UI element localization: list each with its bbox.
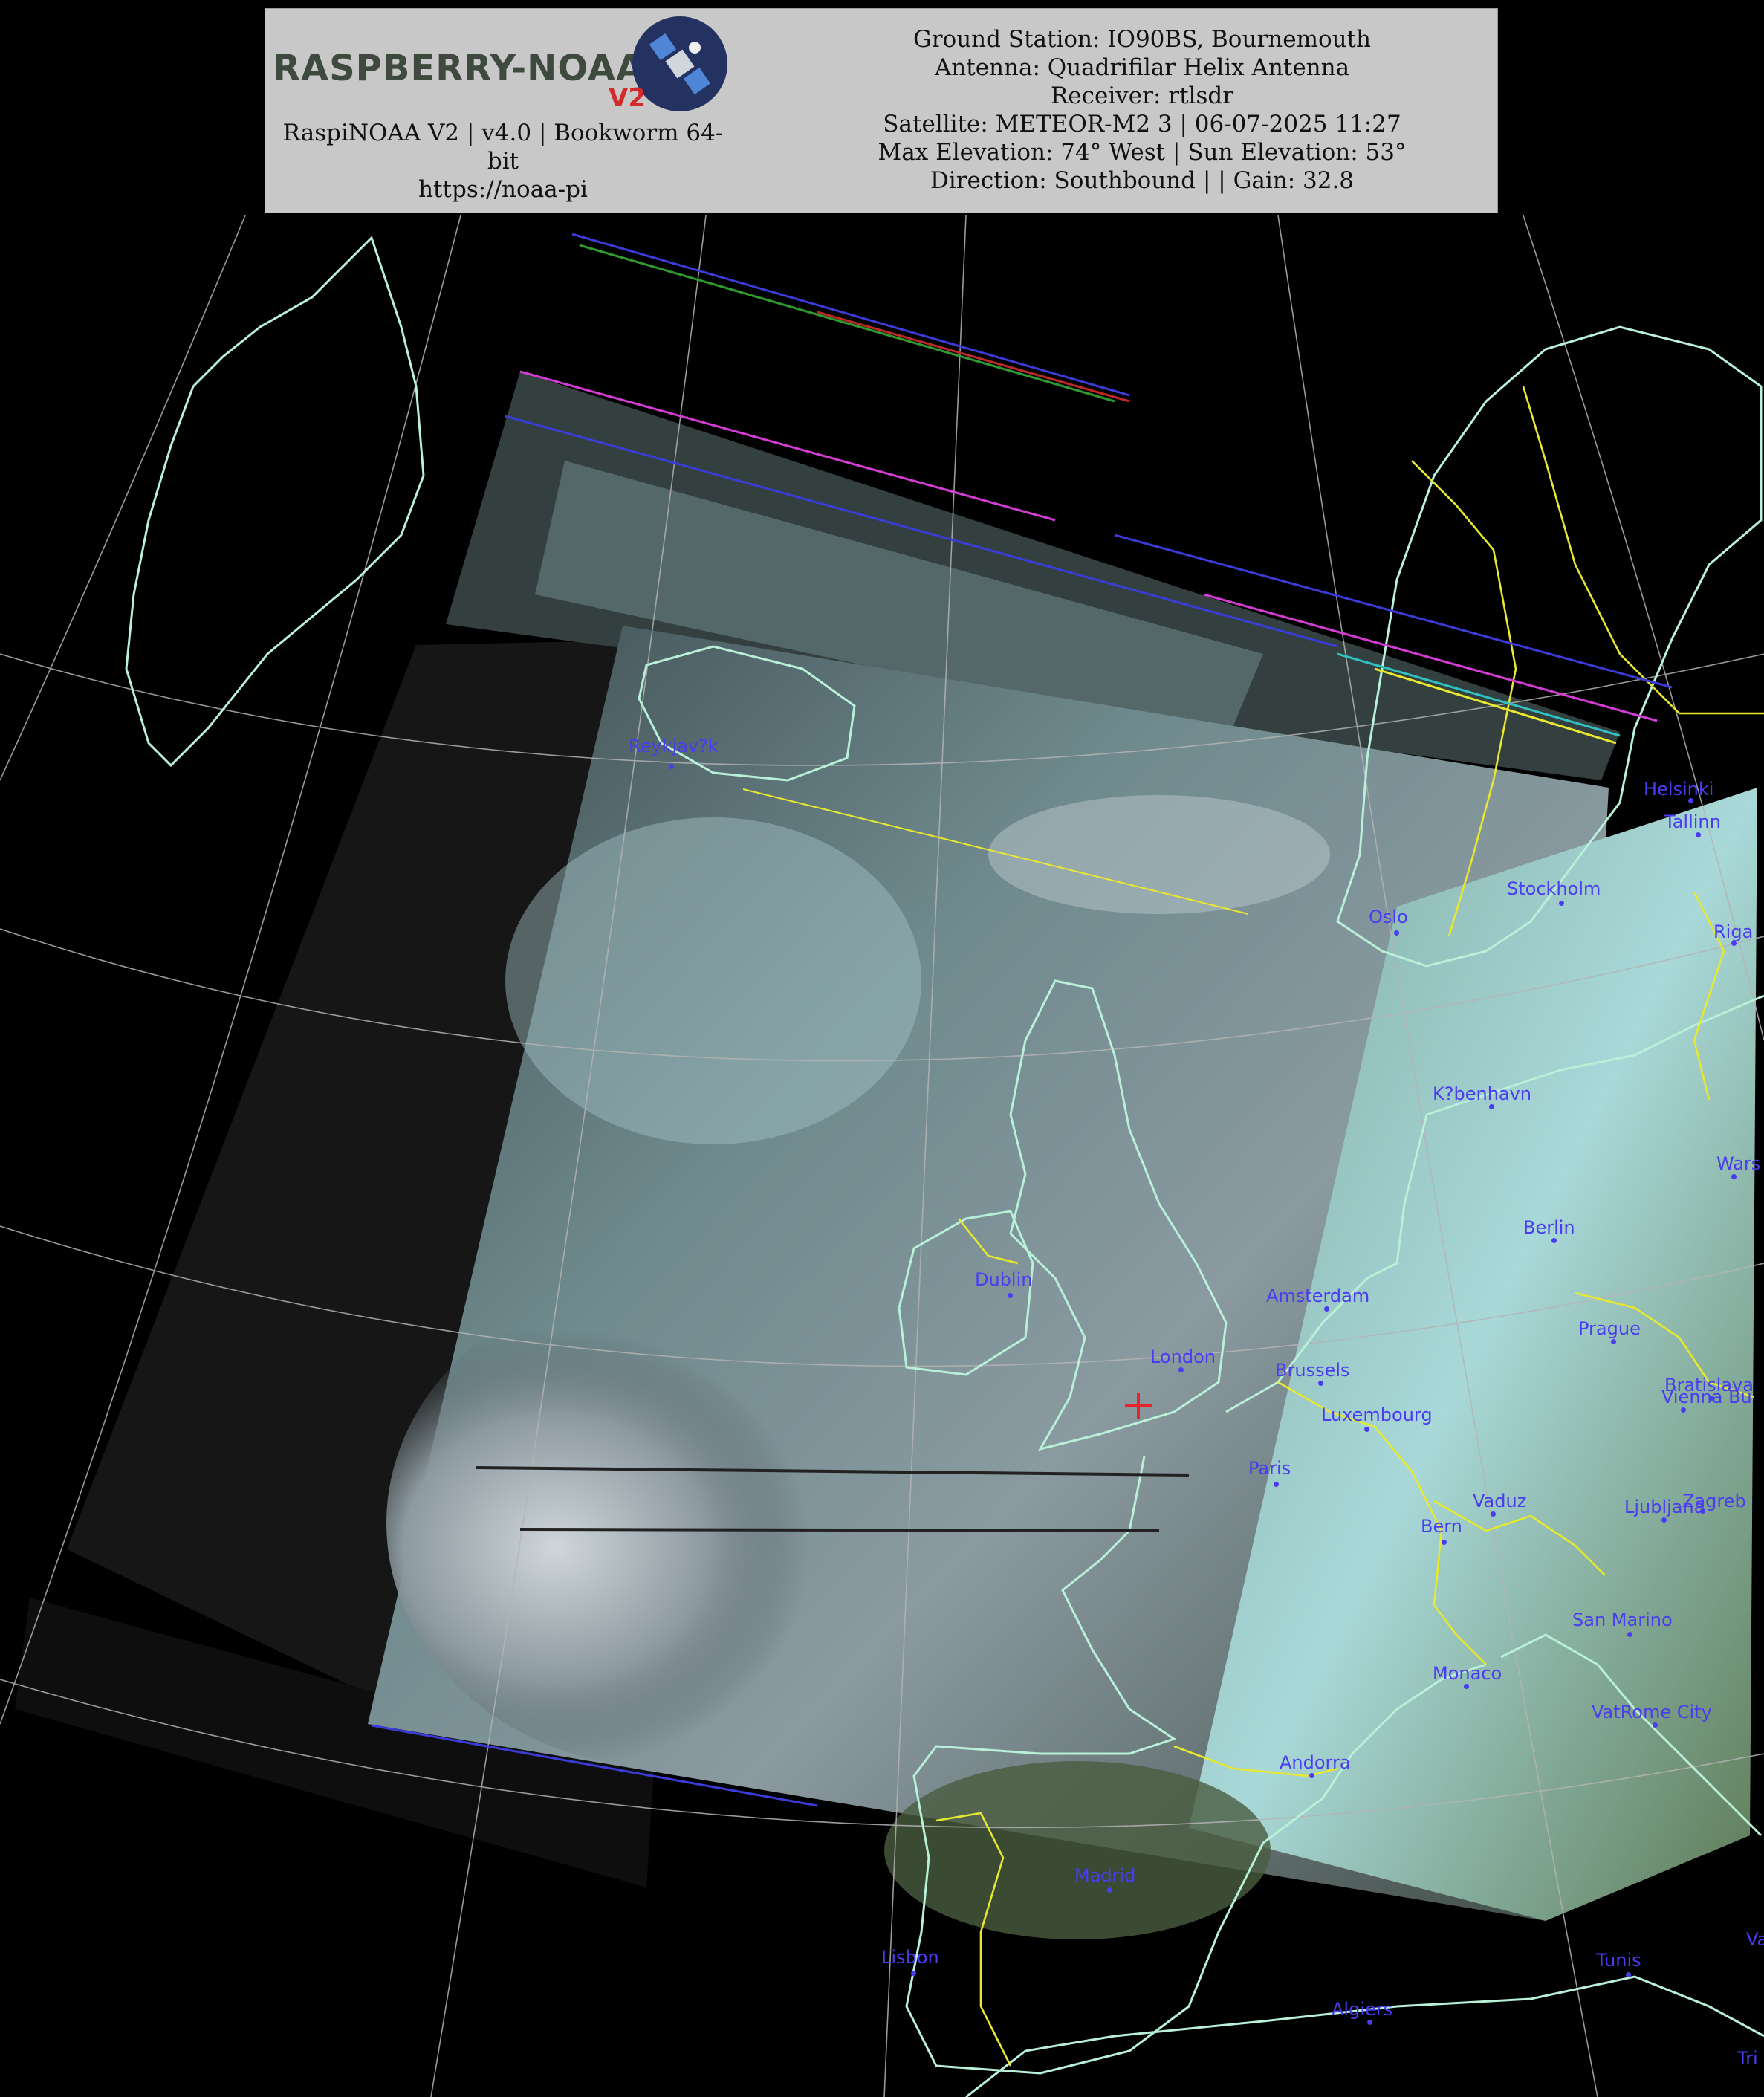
logo-version: V2 <box>609 83 646 113</box>
city-marker-paris <box>1274 1482 1279 1487</box>
city-label-brussels: Brussels <box>1275 1360 1350 1381</box>
crosshair-icon <box>1125 1393 1152 1419</box>
city-marker-ljubljana <box>1661 1517 1667 1523</box>
elevation: Max Elevation: 74° West | Sun Elevation:… <box>878 139 1407 166</box>
city-label-andorra: Andorra <box>1280 1752 1351 1773</box>
city-marker-monaco <box>1464 1684 1469 1689</box>
logo-wordmark: RASPBERRY-NOAA <box>273 48 645 89</box>
city-label-vaduz: Vaduz <box>1473 1491 1527 1511</box>
city-marker-vienna <box>1681 1407 1686 1413</box>
greenland-coast <box>125 236 425 768</box>
city-marker-bern <box>1442 1540 1447 1545</box>
city-marker-brussels <box>1318 1381 1323 1386</box>
city-label-valletta: Va <box>1746 1929 1764 1950</box>
city-marker-vatican <box>1653 1722 1658 1728</box>
city-marker-helsinki <box>1688 798 1693 803</box>
direction-gain: Direction: Southbound | | Gain: 32.8 <box>930 167 1355 194</box>
software-version: RaspiNOAA V2 | v4.0 | Bookworm 64- <box>282 120 724 146</box>
city-label-algiers: Algiers <box>1332 1999 1393 2020</box>
city-marker-reykjavik <box>669 764 674 769</box>
city-marker-algiers <box>1367 2020 1372 2025</box>
city-label-helsinki: Helsinki <box>1644 779 1714 800</box>
city-label-sanmarino: San Marino <box>1572 1610 1673 1630</box>
city-marker-warsaw <box>1731 1174 1737 1179</box>
pass-info-header: RASPBERRY-NOAA V2 RaspiNOAA V2 | v4.0 | … <box>265 8 1498 213</box>
city-label-amsterdam: Amsterdam <box>1266 1286 1370 1306</box>
cloud-swirl <box>386 1278 951 1769</box>
ground-station: Ground Station: IO90BS, Bournemouth <box>912 26 1372 53</box>
city-marker-sanmarino <box>1627 1632 1632 1637</box>
satellite-pass: Satellite: METEOR-M2 3 | 06-07-2025 11:2… <box>883 111 1401 137</box>
city-marker-berlin <box>1551 1238 1557 1243</box>
city-label-dublin: Dublin <box>975 1269 1033 1290</box>
city-label-riga: Riga <box>1713 921 1754 942</box>
city-label-paris: Paris <box>1248 1458 1291 1479</box>
city-marker-riga <box>1731 941 1737 946</box>
city-marker-luxembourg <box>1364 1427 1369 1432</box>
city-marker-amsterdam <box>1324 1306 1329 1312</box>
station-url: https://noaa-pi <box>418 176 588 203</box>
cloud-band <box>988 795 1330 914</box>
city-label-oslo: Oslo <box>1369 907 1408 927</box>
city-marker-kobenhavn <box>1489 1104 1494 1109</box>
receiver: Receiver: rtlsdr <box>1050 82 1234 109</box>
city-marker-tunis <box>1626 1972 1631 1977</box>
antenna: Antenna: Quadrifilar Helix Antenna <box>934 54 1350 81</box>
city-marker-stockholm <box>1559 901 1564 906</box>
cloud-swirl-north <box>505 817 921 1144</box>
city-label-monaco: Monaco <box>1433 1663 1502 1684</box>
city-marker-zagreb <box>1700 1508 1705 1514</box>
city-marker-vaduz <box>1491 1511 1496 1517</box>
city-marker-lisbon <box>911 1971 916 1976</box>
city-marker-dublin <box>1008 1293 1013 1298</box>
africa-coast <box>965 1975 1764 2097</box>
city-marker-madrid <box>1107 1887 1112 1893</box>
city-label-prague: Prague <box>1578 1318 1641 1339</box>
city-label-warsaw: Wars <box>1716 1153 1761 1174</box>
city-label-tallinn: Tallinn <box>1664 811 1721 832</box>
city-label-vatican: VatRome City <box>1592 1702 1712 1722</box>
software-info: RaspiNOAA V2 | v4.0 | Bookworm 64- bit h… <box>265 119 741 204</box>
city-marker-london <box>1178 1367 1184 1372</box>
software-version-wrap: bit <box>487 148 519 175</box>
city-label-luxembourg: Luxembourg <box>1321 1404 1433 1425</box>
city-label-kobenhavn: K?benhavn <box>1433 1083 1532 1104</box>
city-label-madrid: Madrid <box>1074 1865 1136 1886</box>
city-label-london: London <box>1150 1346 1216 1367</box>
city-marker-andorra <box>1309 1773 1314 1778</box>
city-marker-oslo <box>1394 930 1399 936</box>
pass-details: Ground Station: IO90BS, Bournemouth Ante… <box>815 25 1469 195</box>
city-label-berlin: Berlin <box>1523 1217 1575 1238</box>
satellite-map <box>0 215 1764 2097</box>
city-label-reykjavik: Reykjav?k <box>629 736 719 756</box>
city-label-zagreb: Zagreb <box>1682 1491 1746 1511</box>
city-label-tunis: Tunis <box>1596 1950 1641 1971</box>
city-label-lisbon: Lisbon <box>881 1947 939 1968</box>
city-marker-tallinn <box>1696 832 1701 837</box>
city-label-stockholm: Stockholm <box>1507 878 1601 899</box>
land-iberia <box>884 1761 1271 1939</box>
city-label-bern: Bern <box>1421 1516 1462 1537</box>
city-label-vienna: Vienna Bu <box>1661 1387 1752 1407</box>
city-marker-prague <box>1611 1339 1616 1344</box>
city-label-tripoli: Tri <box>1737 2048 1758 2069</box>
